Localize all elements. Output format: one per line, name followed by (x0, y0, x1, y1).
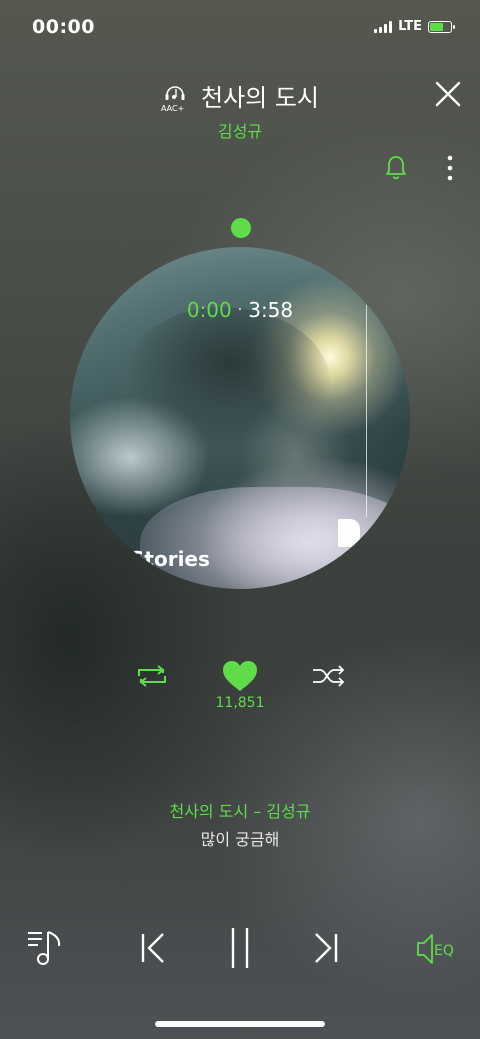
heart-icon (223, 661, 257, 691)
next-button[interactable] (310, 930, 342, 966)
playlist-button[interactable] (26, 928, 66, 966)
current-time: 0:00 (186, 298, 232, 322)
artist-name[interactable]: 김성규 (0, 118, 480, 142)
previous-button[interactable] (137, 930, 169, 966)
time-separator: · (237, 302, 243, 318)
more-vertical-icon (447, 155, 453, 181)
equalizer-button[interactable]: EQ (414, 932, 460, 966)
close-icon (435, 81, 461, 107)
home-indicator[interactable] (155, 1021, 325, 1027)
close-button[interactable] (434, 80, 462, 108)
quality-badge: AAC+ (160, 103, 185, 113)
signal-icon (374, 20, 393, 33)
shuffle-button[interactable] (311, 664, 347, 688)
bell-icon (386, 156, 406, 180)
speaker-eq-icon: EQ (417, 934, 454, 964)
skip-previous-icon (141, 933, 164, 963)
lyrics-scrubber-line (366, 305, 367, 517)
more-options-button[interactable] (440, 154, 460, 182)
song-title: 천사의 도시 (200, 84, 320, 112)
header-title-row: AAC+ 천사의 도시 (0, 78, 480, 113)
album-logo-mark (338, 519, 360, 547)
status-indicators: LTE (374, 19, 455, 34)
playlist-icon (28, 931, 61, 965)
like-button[interactable] (221, 659, 259, 693)
battery-icon (428, 20, 455, 33)
skip-next-icon (315, 933, 338, 963)
lyric-current-line[interactable]: 천사의 도시 – 김성규 (0, 798, 480, 822)
progress-knob[interactable] (231, 218, 251, 238)
status-time: 00:00 (32, 16, 95, 38)
lyric-next-line[interactable]: 많이 궁금해 (0, 826, 480, 850)
like-count: 11,851 (215, 695, 265, 711)
repeat-button[interactable] (134, 664, 170, 688)
pause-button[interactable] (226, 926, 254, 970)
pause-icon (231, 928, 249, 968)
repeat-icon (138, 665, 166, 687)
network-label: LTE (398, 19, 422, 34)
shuffle-icon (313, 665, 345, 687)
album-art-text: Stories (130, 547, 210, 571)
total-time: 3:58 (248, 298, 294, 322)
time-display: 0:00 · 3:58 (0, 298, 480, 322)
alarm-button[interactable] (384, 154, 408, 180)
eq-label: EQ (434, 943, 454, 959)
headphone-music-icon: AAC+ (160, 81, 191, 113)
